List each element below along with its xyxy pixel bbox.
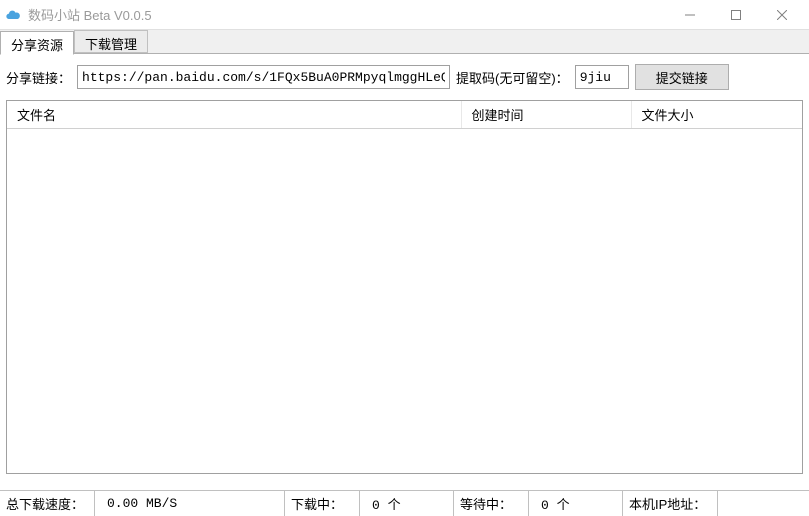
status-waiting-value: 0 个 — [535, 494, 570, 513]
file-table: 文件名 创建时间 文件大小 — [7, 101, 802, 129]
status-waiting-label: 等待中： — [460, 494, 512, 513]
file-table-container: 文件名 创建时间 文件大小 — [6, 100, 803, 474]
status-total-speed-value: 0.00 MB/S — [101, 496, 177, 511]
column-header-filename[interactable]: 文件名 — [7, 101, 461, 129]
tab-share[interactable]: 分享资源 — [0, 31, 74, 55]
extract-code-input[interactable] — [575, 65, 629, 89]
status-total-speed-label: 总下载速度： — [6, 494, 84, 513]
share-link-input[interactable] — [77, 65, 450, 89]
submit-link-button[interactable]: 提交链接 — [635, 64, 729, 90]
status-downloading-label: 下载中： — [291, 494, 343, 513]
column-header-created[interactable]: 创建时间 — [461, 101, 631, 129]
tab-download[interactable]: 下载管理 — [74, 30, 148, 53]
minimize-button[interactable] — [667, 1, 713, 29]
tab-bar: 分享资源 下载管理 — [0, 30, 809, 54]
share-link-row: 分享链接： 提取码(无可留空)： 提交链接 — [0, 54, 809, 100]
column-header-size[interactable]: 文件大小 — [631, 101, 802, 129]
share-link-label: 分享链接： — [6, 68, 71, 87]
maximize-button[interactable] — [713, 1, 759, 29]
close-button[interactable] — [759, 1, 805, 29]
statusbar: 总下载速度： 0.00 MB/S 下载中： 0 个 等待中： 0 个 本机IP地… — [0, 490, 809, 516]
app-icon — [4, 6, 22, 24]
titlebar: 数码小站 Beta V0.0.5 — [0, 0, 809, 30]
extract-code-label: 提取码(无可留空)： — [456, 68, 569, 87]
window-title: 数码小站 Beta V0.0.5 — [28, 5, 667, 24]
status-ip-label: 本机IP地址： — [629, 494, 706, 513]
window-controls — [667, 1, 805, 29]
status-downloading-value: 0 个 — [366, 494, 401, 513]
